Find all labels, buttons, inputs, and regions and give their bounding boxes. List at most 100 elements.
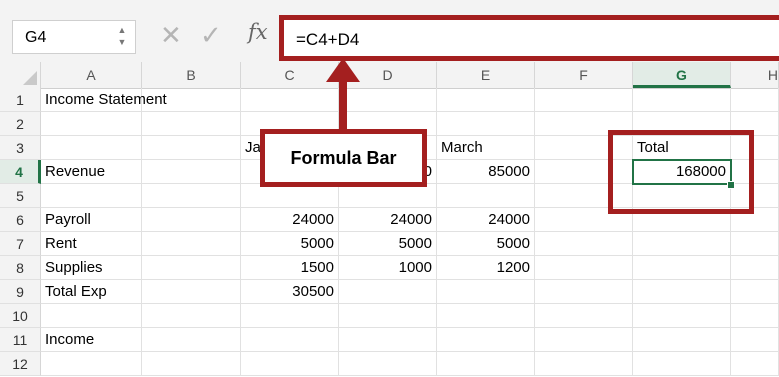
column-header-f[interactable]: F [535, 62, 633, 88]
cell-b6[interactable] [142, 208, 241, 232]
cell-e9[interactable] [437, 280, 535, 304]
row-header-12[interactable]: 12 [0, 352, 41, 376]
cell-d12[interactable] [339, 352, 437, 376]
row-header-6[interactable]: 6 [0, 208, 41, 232]
cell-e12[interactable] [437, 352, 535, 376]
cell-a12[interactable] [41, 352, 142, 376]
cell-a6[interactable]: Payroll [41, 208, 142, 232]
column-header-g[interactable]: G [633, 62, 731, 88]
row-header-4[interactable]: 4 [0, 160, 41, 184]
cell-h9[interactable] [731, 280, 779, 304]
cell-e10[interactable] [437, 304, 535, 328]
cell-a3[interactable] [41, 136, 142, 160]
row-header-2[interactable]: 2 [0, 112, 41, 136]
cell-d1[interactable] [339, 88, 437, 112]
cell-b11[interactable] [142, 328, 241, 352]
cancel-icon[interactable]: ✕ [160, 20, 182, 51]
cell-h12[interactable] [731, 352, 779, 376]
cell-h8[interactable] [731, 256, 779, 280]
cell-g12[interactable] [633, 352, 731, 376]
cell-e5[interactable] [437, 184, 535, 208]
cell-g10[interactable] [633, 304, 731, 328]
cell-d11[interactable] [339, 328, 437, 352]
row-header-8[interactable]: 8 [0, 256, 41, 280]
cell-b7[interactable] [142, 232, 241, 256]
row-header-10[interactable]: 10 [0, 304, 41, 328]
column-header-b[interactable]: B [142, 62, 241, 88]
cell-g9[interactable] [633, 280, 731, 304]
enter-icon[interactable]: ✓ [200, 20, 222, 51]
row-header-7[interactable]: 7 [0, 232, 41, 256]
cell-a10[interactable] [41, 304, 142, 328]
cell-h10[interactable] [731, 304, 779, 328]
cell-a9[interactable]: Total Exp [41, 280, 142, 304]
cell-c11[interactable] [241, 328, 339, 352]
cell-b1[interactable] [142, 88, 241, 112]
cell-f1[interactable] [535, 88, 633, 112]
cell-c9[interactable]: 30500 [241, 280, 339, 304]
cell-b4[interactable] [142, 160, 241, 184]
cell-a5[interactable] [41, 184, 142, 208]
cell-b2[interactable] [142, 112, 241, 136]
cell-f12[interactable] [535, 352, 633, 376]
name-box-stepper-icon[interactable]: ▲ ▼ [117, 24, 127, 50]
select-all-corner[interactable] [0, 62, 41, 88]
cell-d8[interactable]: 1000 [339, 256, 437, 280]
cell-g7[interactable] [633, 232, 731, 256]
row-header-1[interactable]: 1 [0, 88, 41, 112]
cell-e6[interactable]: 24000 [437, 208, 535, 232]
cell-d10[interactable] [339, 304, 437, 328]
cell-b3[interactable] [142, 136, 241, 160]
column-header-h[interactable]: H [731, 62, 779, 88]
cell-f8[interactable] [535, 256, 633, 280]
cell-g8[interactable] [633, 256, 731, 280]
cell-b10[interactable] [142, 304, 241, 328]
cell-f7[interactable] [535, 232, 633, 256]
cell-b9[interactable] [142, 280, 241, 304]
cell-c5[interactable] [241, 184, 339, 208]
cell-e11[interactable] [437, 328, 535, 352]
cell-g11[interactable] [633, 328, 731, 352]
cell-a1[interactable]: Income Statement [41, 88, 167, 112]
row-header-9[interactable]: 9 [0, 280, 41, 304]
cell-e1[interactable] [437, 88, 535, 112]
cell-a4[interactable]: Revenue [41, 160, 142, 184]
cell-d5[interactable] [339, 184, 437, 208]
cell-b5[interactable] [142, 184, 241, 208]
cell-b8[interactable] [142, 256, 241, 280]
cell-d9[interactable] [339, 280, 437, 304]
cell-a7[interactable]: Rent [41, 232, 142, 256]
cell-e4[interactable]: 85000 [437, 160, 535, 184]
cell-h7[interactable] [731, 232, 779, 256]
cell-f10[interactable] [535, 304, 633, 328]
cell-c10[interactable] [241, 304, 339, 328]
row-header-11[interactable]: 11 [0, 328, 41, 352]
row-header-5[interactable]: 5 [0, 184, 41, 208]
cell-a11[interactable]: Income [41, 328, 142, 352]
cell-b12[interactable] [142, 352, 241, 376]
cell-a8[interactable]: Supplies [41, 256, 142, 280]
cell-e8[interactable]: 1200 [437, 256, 535, 280]
cell-c8[interactable]: 1500 [241, 256, 339, 280]
cell-h11[interactable] [731, 328, 779, 352]
cell-d7[interactable]: 5000 [339, 232, 437, 256]
row-header-3[interactable]: 3 [0, 136, 41, 160]
cell-h1[interactable] [731, 88, 779, 112]
cell-d6[interactable]: 24000 [339, 208, 437, 232]
cell-e2[interactable] [437, 112, 535, 136]
name-box[interactable]: G4 ▲ ▼ [12, 20, 136, 54]
cell-e3[interactable]: March [437, 136, 535, 160]
fx-icon[interactable]: fx [248, 20, 268, 44]
cell-c7[interactable]: 5000 [241, 232, 339, 256]
cell-f9[interactable] [535, 280, 633, 304]
cell-a2[interactable] [41, 112, 142, 136]
cell-f11[interactable] [535, 328, 633, 352]
column-header-a[interactable]: A [41, 62, 142, 88]
formula-input[interactable]: =C4+D4 [279, 15, 779, 61]
cell-e7[interactable]: 5000 [437, 232, 535, 256]
column-header-e[interactable]: E [437, 62, 535, 88]
cell-c1[interactable] [241, 88, 339, 112]
cell-c12[interactable] [241, 352, 339, 376]
cell-c6[interactable]: 24000 [241, 208, 339, 232]
column-header-c[interactable]: C [241, 62, 339, 88]
